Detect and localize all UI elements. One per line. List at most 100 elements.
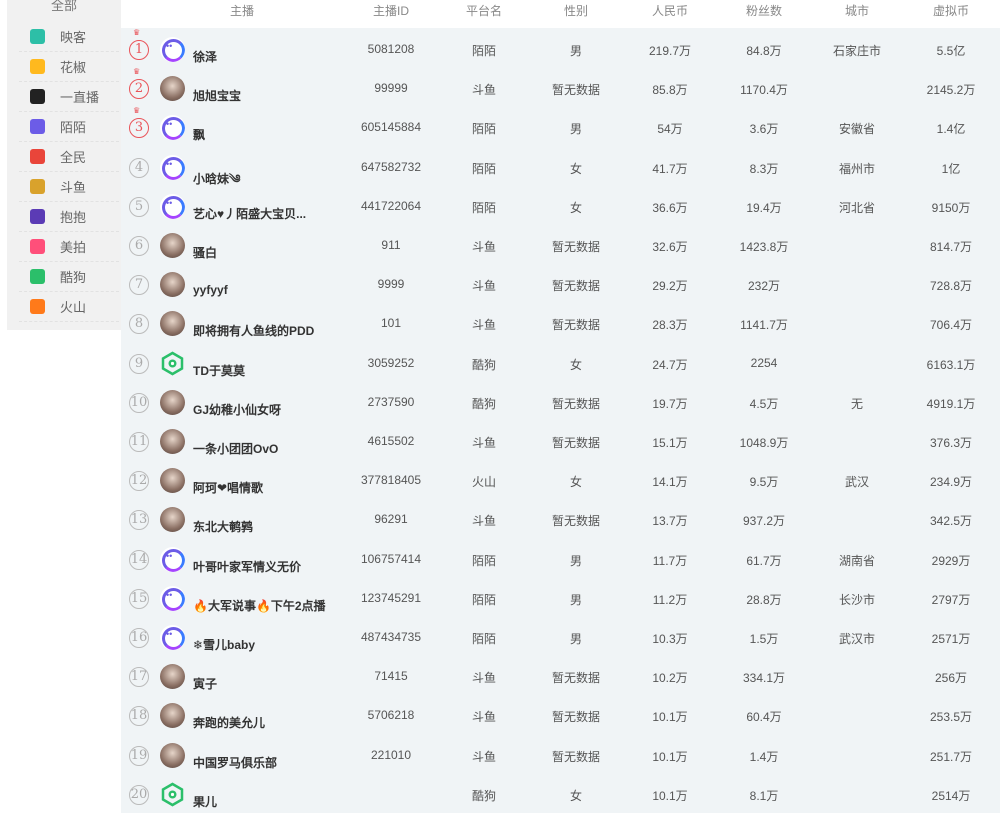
anchor-name[interactable]: 艺心♥丿陌盛大宝贝... <box>193 205 306 222</box>
anchor-name[interactable]: 一条小团团OvO <box>193 440 278 457</box>
table-row[interactable]: 15 🔥大军说事🔥下午2点播 123745291 陌陌 男 11.2万 28.8万 长沙市 27… <box>121 579 1000 618</box>
sidebar-item-0[interactable]: 映客 <box>19 22 119 52</box>
virtual-currency-cell: 2145.2万 <box>926 83 976 98</box>
anchor-id-cell: 101 <box>380 316 402 331</box>
table-row[interactable]: 19 中国罗马俱乐部 221010 斗鱼 暂无数据 10.1万 1.4万 251.7万 <box>121 736 1000 775</box>
table-row[interactable]: ♛ 1 徐泽 5081208 陌陌 男 219.7万 84.8万 石家庄市 5.5亿 <box>121 29 1000 69</box>
table-row[interactable]: 11 一条小团团OvO 4615502 斗鱼 暂无数据 15.1万 1048.9万 376.3… <box>121 422 1000 461</box>
anchor-name[interactable]: 旭旭宝宝 <box>193 87 241 104</box>
anchor-name[interactable]: 奔跑的美允儿 <box>193 714 265 731</box>
anchor-name[interactable]: 🔥大军说事🔥下午2点播 <box>193 597 326 614</box>
douyu-icon <box>30 179 45 194</box>
anchor-name[interactable]: 中国罗马俱乐部 <box>193 754 277 771</box>
anchor-name[interactable]: 即将拥有人鱼线的PDD <box>193 322 314 339</box>
avatar[interactable] <box>160 703 185 729</box>
header-city[interactable]: 城市 <box>845 2 869 19</box>
anchor-name[interactable]: 叶哥叶家军情义无价 <box>193 558 301 575</box>
table-row[interactable]: 17 寅子 71415 斗鱼 暂无数据 10.2万 334.1万 256万 <box>121 657 1000 696</box>
fans-cell: 9.5万 <box>749 475 779 490</box>
momo-avatar-icon[interactable] <box>160 585 185 611</box>
anchor-name[interactable]: 飘 <box>193 126 205 143</box>
sidebar-item-3[interactable]: 陌陌 <box>19 112 119 142</box>
avatar[interactable] <box>160 664 185 690</box>
avatar[interactable] <box>160 468 185 494</box>
table-row[interactable]: 7 yyfyyf 9999 斗鱼 暂无数据 29.2万 232万 728.8万 <box>121 265 1000 304</box>
anchor-id-cell: 123745291 <box>360 590 422 605</box>
table-row[interactable]: 4小晗妹༄647582732陌陌女41.7万8.3万福州市1亿 <box>121 148 1000 187</box>
sidebar-item-8[interactable]: 酷狗 <box>19 262 119 292</box>
sidebar-item-label: 美拍 <box>60 240 87 255</box>
sidebar-item-1[interactable]: 花椒 <box>19 52 119 82</box>
anchor-name[interactable]: GJ幼稚小仙女呀 <box>193 401 281 418</box>
table-row[interactable]: 10 GJ幼稚小仙女呀 2737590 酷狗 暂无数据 19.7万 4.5万 无 4919.1万 <box>121 383 1000 422</box>
table-row[interactable]: 5 艺心♥丿陌盛大宝贝... 441722064 陌陌 女 36.6万 19.4万 河北省 91… <box>121 187 1000 226</box>
rank-badge: 8 <box>129 314 149 335</box>
table-row[interactable]: 8 即将拥有人鱼线的PDD 101 斗鱼 暂无数据 28.3万 1141.7万 706.4万 <box>121 304 1000 343</box>
anchor-name[interactable]: TD于莫莫 <box>193 362 245 379</box>
avatar[interactable] <box>160 272 185 298</box>
anchor-name[interactable]: 徐泽 <box>193 48 217 65</box>
sidebar-item-5[interactable]: 斗鱼 <box>19 172 119 202</box>
platform-cell: 陌陌 <box>471 200 497 215</box>
avatar[interactable] <box>160 233 185 258</box>
anchor-name[interactable]: 东北大鹌鹑 <box>193 518 253 535</box>
anchor-id-cell: 647582732 <box>360 159 422 174</box>
rank-badge: 5 <box>129 196 149 217</box>
rmb-cell: 29.2万 <box>652 279 688 294</box>
kugou-avatar-icon[interactable] <box>160 351 185 376</box>
header-anchor[interactable]: 主播 <box>230 2 254 19</box>
anchor-id-cell: 441722064 <box>360 198 422 213</box>
table-row[interactable]: ♛ 3 飘 605145884 陌陌 男 54万 3.6万 安徽省 1.4亿 <box>121 107 1000 147</box>
anchor-name[interactable]: ❄雪儿baby <box>193 636 255 653</box>
header-gender[interactable]: 性别 <box>564 2 588 19</box>
sidebar-item-4[interactable]: 全民 <box>19 142 119 172</box>
yizhibo-icon <box>30 89 45 104</box>
sidebar-item-2[interactable]: 一直播 <box>19 82 119 112</box>
virtual-currency-cell: 256万 <box>934 671 968 686</box>
anchor-name[interactable]: 骚白 <box>193 244 217 261</box>
header-rmb[interactable]: 人民币 <box>652 2 688 19</box>
header-virtual-currency[interactable]: 虚拟币 <box>933 2 969 19</box>
table-row[interactable]: ♛ 2 旭旭宝宝 99999 斗鱼 暂无数据 85.8万 1170.4万 2145.2万 <box>121 68 1000 108</box>
momo-avatar-icon[interactable] <box>160 115 185 141</box>
avatar[interactable] <box>160 389 185 415</box>
avatar[interactable] <box>160 76 185 102</box>
header-platform[interactable]: 平台名 <box>466 2 502 19</box>
kugou-icon <box>30 269 45 284</box>
header-fans[interactable]: 粉丝数 <box>746 2 782 19</box>
virtual-currency-cell: 342.5万 <box>929 514 973 529</box>
table-row[interactable]: 18 奔跑的美允儿 5706218 斗鱼 暂无数据 10.1万 60.4万 253.5万 <box>121 696 1000 735</box>
avatar[interactable] <box>160 429 185 454</box>
table-row[interactable]: 20 果儿 酷狗 女 10.1万 8.1万 2514万 <box>121 775 1000 813</box>
fans-cell: 8.1万 <box>749 788 779 803</box>
momo-avatar-icon[interactable] <box>160 546 185 572</box>
table-row[interactable]: 6 骚白 911 斗鱼 暂无数据 32.6万 1423.8万 814.7万 <box>121 226 1000 265</box>
kugou-avatar-icon[interactable] <box>160 782 185 807</box>
anchor-name[interactable]: 阿珂❤唱情歌 <box>193 479 263 496</box>
momo-avatar-icon[interactable] <box>160 154 185 180</box>
table-row[interactable]: 9 TD于莫莫 3059252 酷狗 女 24.7万 2254 6163.1万 <box>121 344 1000 383</box>
momo-avatar-icon[interactable] <box>160 37 185 62</box>
sidebar-item-9[interactable]: 火山 <box>19 292 119 322</box>
momo-avatar-icon[interactable] <box>160 193 185 219</box>
sidebar-item-all[interactable]: 全部 <box>7 0 121 14</box>
sidebar-item-6[interactable]: 抱抱 <box>19 202 119 232</box>
header-anchor-id[interactable]: 主播ID <box>373 2 409 19</box>
anchor-name[interactable]: 果儿 <box>193 793 217 810</box>
anchor-name[interactable]: 寅子 <box>193 675 217 692</box>
platform-cell: 陌陌 <box>471 553 497 568</box>
table-row[interactable]: 14 叶哥叶家军情义无价 106757414 陌陌 男 11.7万 61.7万 湖南省 2929… <box>121 540 1000 579</box>
momo-avatar-icon[interactable] <box>160 625 185 650</box>
table-row[interactable]: 16 ❄雪儿baby 487434735 陌陌 男 10.3万 1.5万 武汉市 2571万 <box>121 618 1000 657</box>
avatar[interactable] <box>160 742 185 768</box>
virtual-currency-cell: 1.4亿 <box>936 122 966 137</box>
avatar[interactable] <box>160 311 185 337</box>
table-row[interactable]: 12 阿珂❤唱情歌 377818405 火山 女 14.1万 9.5万 武汉 234.9万 <box>121 461 1000 500</box>
table-row[interactable]: 13 东北大鹌鹑 96291 斗鱼 暂无数据 13.7万 937.2万 342.5万 <box>121 500 1000 539</box>
rank-badge: 7 <box>129 275 149 296</box>
fans-cell: 1141.7万 <box>740 318 788 333</box>
avatar[interactable] <box>160 507 185 533</box>
anchor-name[interactable]: yyfyyf <box>193 283 228 297</box>
gender-cell: 暂无数据 <box>551 749 601 764</box>
sidebar-item-7[interactable]: 美拍 <box>19 232 119 262</box>
